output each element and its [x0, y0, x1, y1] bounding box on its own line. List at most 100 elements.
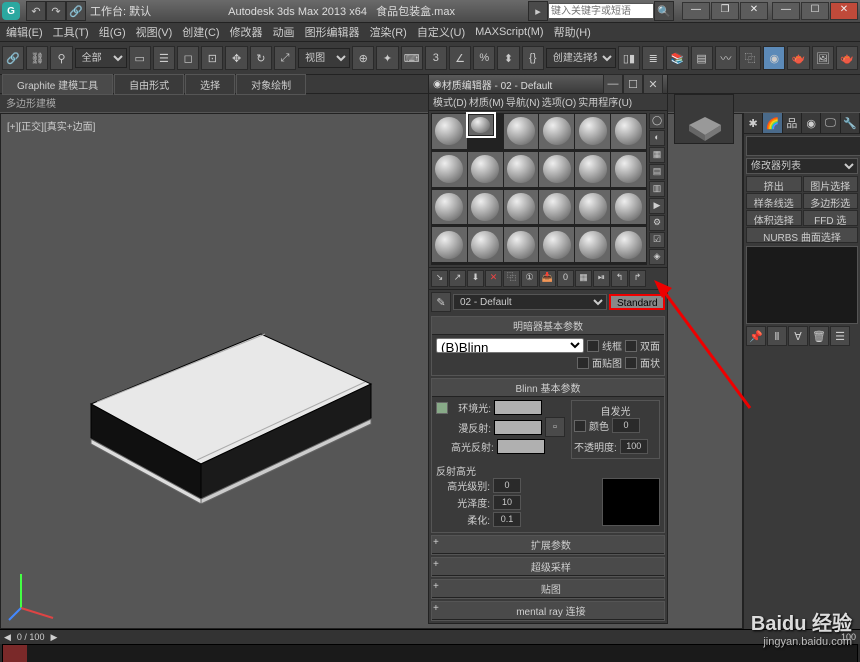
tab-hierarchy[interactable]: 品	[783, 113, 802, 133]
sample-slot[interactable]	[575, 152, 610, 187]
diffuse-swatch[interactable]	[494, 420, 542, 435]
configure-icon[interactable]: ☰	[830, 326, 850, 346]
sample-slot[interactable]	[468, 114, 494, 136]
object-name-field[interactable]	[746, 136, 860, 156]
material-name[interactable]: 02 - Default	[453, 294, 607, 310]
videocheck-icon[interactable]: ▥	[649, 181, 665, 197]
sample-slot[interactable]	[611, 152, 646, 187]
options-icon[interactable]: ⚙	[649, 215, 665, 231]
background-icon[interactable]: ▦	[649, 147, 665, 163]
sample-slot[interactable]	[468, 227, 503, 262]
faceted-checkbox[interactable]	[625, 357, 637, 369]
rollup-header[interactable]: Blinn 基本参数	[432, 379, 664, 397]
rendered-frame-icon[interactable]: 🖼	[812, 46, 834, 70]
sample-slot[interactable]	[504, 190, 539, 225]
show-end-icon[interactable]: Ⅱ	[767, 326, 787, 346]
selfillum-value[interactable]: 0	[612, 418, 640, 433]
shader-type[interactable]: (B)Blinn	[436, 338, 584, 353]
time-slider-handle[interactable]: ◀	[4, 632, 11, 643]
sample-slot[interactable]	[504, 152, 539, 187]
select-icon[interactable]: ▭	[129, 46, 151, 70]
facemap-checkbox[interactable]	[577, 357, 589, 369]
tab-selection[interactable]: 选择	[185, 74, 235, 95]
selection-filter[interactable]: 全部	[75, 48, 127, 68]
ambient-swatch[interactable]	[494, 400, 542, 415]
sample-slot[interactable]	[432, 114, 467, 149]
mat-menu-util[interactable]: 实用程序(U)	[578, 94, 632, 110]
mdi-minimize-button[interactable]: —	[682, 2, 710, 20]
layers-icon[interactable]: 📚	[666, 46, 688, 70]
mentalray-rollup[interactable]: +mental ray 连接	[431, 601, 665, 621]
undo-button[interactable]: ↶	[26, 1, 46, 21]
pivot-icon[interactable]: ⊕	[352, 46, 374, 70]
unique-icon[interactable]: ∀	[788, 326, 808, 346]
align-icon[interactable]: ≣	[642, 46, 664, 70]
manip-icon[interactable]: ✦	[376, 46, 398, 70]
search-icon[interactable]: 🔍	[654, 1, 674, 21]
tab-display[interactable]: 🖵	[821, 113, 840, 133]
spinner-snap-icon[interactable]: ⬍	[497, 46, 519, 70]
mat-editor-titlebar[interactable]: ◉ 材质编辑器 - 02 - Default — ☐ ✕	[429, 75, 667, 94]
unlink-icon[interactable]: ⛓	[26, 46, 48, 70]
assign-icon[interactable]: ⬇	[467, 270, 484, 287]
render-setup-icon[interactable]: 🫖	[787, 46, 809, 70]
mat-max-button[interactable]: ☐	[623, 74, 643, 94]
mat-menu-material[interactable]: 材质(M)	[469, 94, 504, 110]
btn-polysel[interactable]: 多边形选择	[803, 193, 859, 209]
btn-ffdsel[interactable]: FFD 选择	[803, 210, 859, 226]
sample-slot[interactable]	[504, 114, 539, 149]
material-editor-icon[interactable]: ◉	[763, 46, 785, 70]
select-name-icon[interactable]: ☰	[153, 46, 175, 70]
get-material-icon[interactable]: ↘	[431, 270, 448, 287]
selfillum-color-checkbox[interactable]	[574, 420, 586, 432]
schematic-icon[interactable]: ⿻	[739, 46, 761, 70]
menu-edit[interactable]: 编辑(E)	[2, 23, 47, 41]
soften[interactable]: 0.1	[493, 512, 521, 527]
btn-imgsel[interactable]: 图片选择	[803, 176, 859, 192]
menu-group[interactable]: 组(G)	[95, 23, 130, 41]
btn-splinesel[interactable]: 样条线选择	[746, 193, 802, 209]
menu-grapheditors[interactable]: 图形编辑器	[301, 23, 364, 41]
bind-icon[interactable]: ⚲	[50, 46, 72, 70]
tab-objectpaint[interactable]: 对象绘制	[236, 74, 306, 95]
specular-swatch[interactable]	[497, 439, 545, 454]
supersampling-rollup[interactable]: +超级采样	[431, 557, 665, 577]
scale-icon[interactable]: ⤢	[274, 46, 296, 70]
mat-menu-mode[interactable]: 模式(D)	[433, 94, 467, 110]
ambient-lock[interactable]	[436, 402, 448, 414]
link-button[interactable]: 🔗	[66, 1, 86, 21]
snap-toggle-icon[interactable]: 3	[425, 46, 447, 70]
unique-mat-icon[interactable]: ①	[521, 270, 538, 287]
menu-tools[interactable]: 工具(T)	[49, 23, 93, 41]
modifier-list[interactable]: 修改器列表	[746, 158, 858, 174]
reset-icon[interactable]: ✕	[485, 270, 502, 287]
menu-rendering[interactable]: 渲染(R)	[366, 23, 411, 41]
mdi-close-button[interactable]: ✕	[740, 2, 768, 20]
menu-create[interactable]: 创建(C)	[178, 23, 223, 41]
nsel-edit-icon[interactable]: {}	[522, 46, 544, 70]
tab-graphite[interactable]: Graphite 建模工具	[2, 74, 113, 95]
time-slider-handle-r[interactable]: ▶	[50, 632, 57, 643]
sample-slot[interactable]	[539, 190, 574, 225]
tab-modify[interactable]: 🌈	[763, 113, 782, 133]
selectby-icon[interactable]: ☑	[649, 232, 665, 248]
sample-slot[interactable]	[539, 152, 574, 187]
copy-icon[interactable]: ⿻	[503, 270, 520, 287]
showmap-icon[interactable]: ▦	[575, 270, 592, 287]
btn-volsel[interactable]: 体积选择	[746, 210, 802, 226]
2sided-checkbox[interactable]	[625, 340, 637, 352]
btn-nurbssel[interactable]: NURBS 曲面选择	[746, 227, 858, 243]
put-lib-icon[interactable]: 📥	[539, 270, 556, 287]
trackbar-marker[interactable]	[3, 645, 27, 662]
render-icon[interactable]: 🫖	[836, 46, 858, 70]
tab-freeform[interactable]: 自由形式	[114, 74, 184, 95]
go-parent-icon[interactable]: ↰	[611, 270, 628, 287]
percent-snap-icon[interactable]: %	[473, 46, 495, 70]
matid-icon[interactable]: 0	[557, 270, 574, 287]
pin-stack-icon[interactable]: 📌	[746, 326, 766, 346]
mdi-restore-button[interactable]: ❐	[711, 2, 739, 20]
mat-menu-options[interactable]: 选项(O)	[542, 94, 576, 110]
maps-rollup[interactable]: +贴图	[431, 579, 665, 599]
rollup-header[interactable]: 明暗器基本参数	[432, 317, 664, 335]
sample-slot[interactable]	[539, 227, 574, 262]
